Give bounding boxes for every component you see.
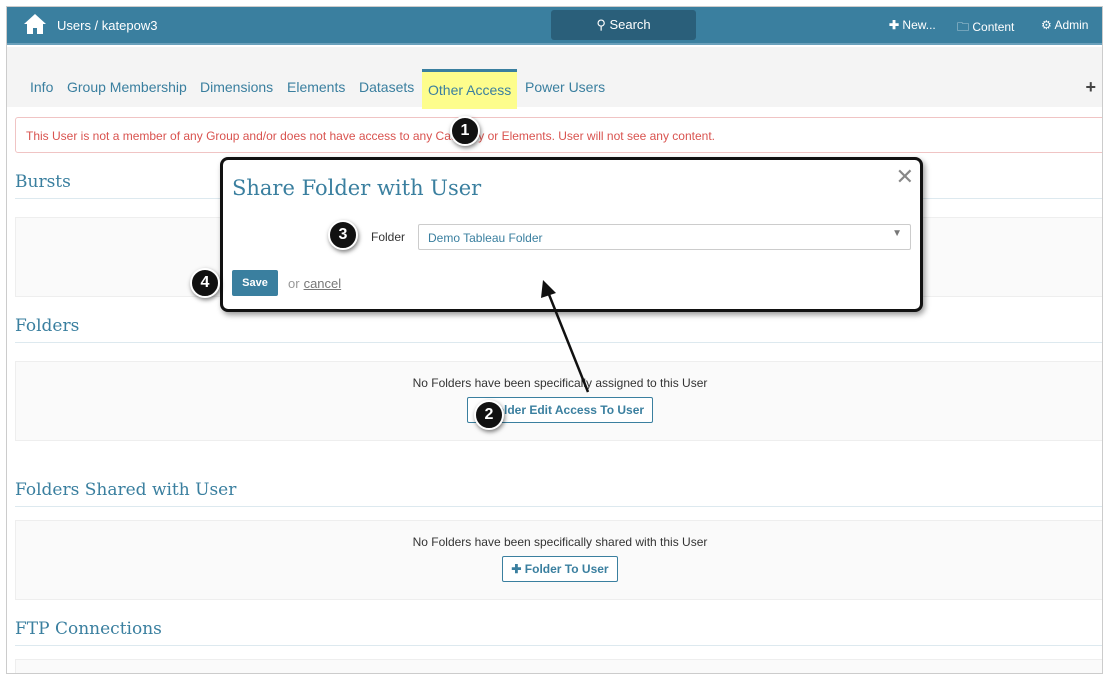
- step-badge-3: 3: [328, 220, 358, 250]
- step-badge-1: 1: [450, 116, 480, 146]
- step-badge-2: 2: [474, 400, 504, 430]
- annotation-arrow: [541, 280, 590, 393]
- step-badge-4: 4: [190, 268, 220, 298]
